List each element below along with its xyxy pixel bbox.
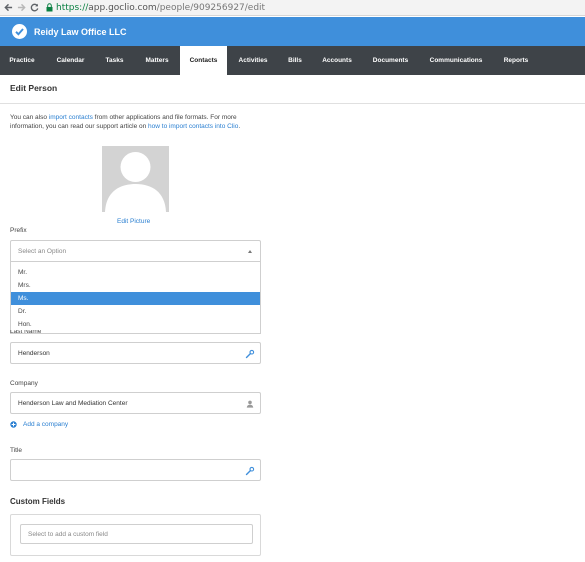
last-name-field[interactable]: Henderson <box>10 342 261 364</box>
option-ms[interactable]: Ms. <box>11 292 260 305</box>
option-hon[interactable]: Hon. <box>11 318 260 331</box>
prefix-placeholder: Select an Option <box>18 248 67 255</box>
custom-field-select[interactable]: Select to add a custom field <box>20 524 253 544</box>
firm-name[interactable]: Reidy Law Office LLC <box>34 27 127 37</box>
add-company-link[interactable]: Add a company <box>10 421 68 428</box>
default-person-icon <box>105 152 166 212</box>
app-header: Reidy Law Office LLC <box>0 17 585 46</box>
title-field[interactable] <box>10 459 261 481</box>
nav-documents[interactable]: Documents <box>365 46 416 75</box>
nav-bills[interactable]: Bills <box>280 46 310 75</box>
last-name-label: Last Name <box>10 330 42 335</box>
nav-contacts[interactable]: Contacts <box>180 46 227 75</box>
add-company-label: Add a company <box>23 421 69 428</box>
lock-icon <box>45 3 53 12</box>
forward-arrow-icon[interactable] <box>16 2 26 14</box>
nav-activities[interactable]: Activities <box>229 46 277 75</box>
custom-fields-panel: Select to add a custom field <box>10 514 261 556</box>
page-title: Edit Person <box>10 83 58 93</box>
plus-circle-icon <box>10 421 17 428</box>
nav-tasks[interactable]: Tasks <box>96 46 133 75</box>
browser-toolbar: https://app.goclio.com/people/909256927/… <box>0 0 585 16</box>
main-nav: Practice Calendar Tasks Matters Contacts… <box>0 46 585 75</box>
nav-practice[interactable]: Practice <box>0 46 44 75</box>
intro-text-3: . <box>238 123 241 130</box>
reload-icon[interactable] <box>29 2 39 14</box>
company-field[interactable]: Henderson Law and Mediation Center <box>10 392 261 414</box>
avatar <box>102 146 169 212</box>
clio-check-logo-icon[interactable] <box>11 23 28 40</box>
wrench-icon <box>245 349 255 359</box>
intro-text-1: You can also <box>10 114 49 121</box>
url-path: /people/909256927/edit <box>156 2 266 13</box>
divider <box>0 103 585 104</box>
url-scheme: https:// <box>56 2 89 13</box>
custom-field-placeholder: Select to add a custom field <box>28 531 108 538</box>
nav-reports[interactable]: Reports <box>496 46 536 75</box>
company-label: Company <box>10 380 38 387</box>
company-value: Henderson Law and Mediation Center <box>18 400 128 407</box>
back-arrow-icon[interactable] <box>3 2 13 14</box>
nav-communications[interactable]: Communications <box>421 46 491 75</box>
nav-matters[interactable]: Matters <box>136 46 178 75</box>
option-mr[interactable]: Mr. <box>11 266 260 279</box>
nav-accounts[interactable]: Accounts <box>314 46 360 75</box>
address-bar[interactable]: https://app.goclio.com/people/909256927/… <box>56 3 265 13</box>
nav-calendar[interactable]: Calendar <box>47 46 94 75</box>
import-help-link[interactable]: how to import contacts into Clio <box>148 123 238 130</box>
person-icon <box>245 399 255 409</box>
edit-picture-link[interactable]: Edit Picture <box>117 218 150 225</box>
wrench-icon <box>245 466 255 476</box>
title-label: Title <box>10 447 23 454</box>
import-contacts-link[interactable]: import contacts <box>49 114 93 121</box>
prefix-select[interactable]: Select an Option <box>10 240 261 262</box>
option-mrs[interactable]: Mrs. <box>11 279 260 292</box>
last-name-value: Henderson <box>18 350 50 357</box>
caret-up-icon <box>248 250 252 253</box>
url-host: app.goclio.com <box>88 2 157 13</box>
prefix-label: Prefix <box>10 227 27 234</box>
prefix-dropdown: Mr. Mrs. Ms. Dr. Hon. <box>10 262 261 334</box>
import-intro-text: You can also import contacts from other … <box>10 113 265 131</box>
custom-fields-heading: Custom Fields <box>10 497 66 506</box>
option-dr[interactable]: Dr. <box>11 305 260 318</box>
